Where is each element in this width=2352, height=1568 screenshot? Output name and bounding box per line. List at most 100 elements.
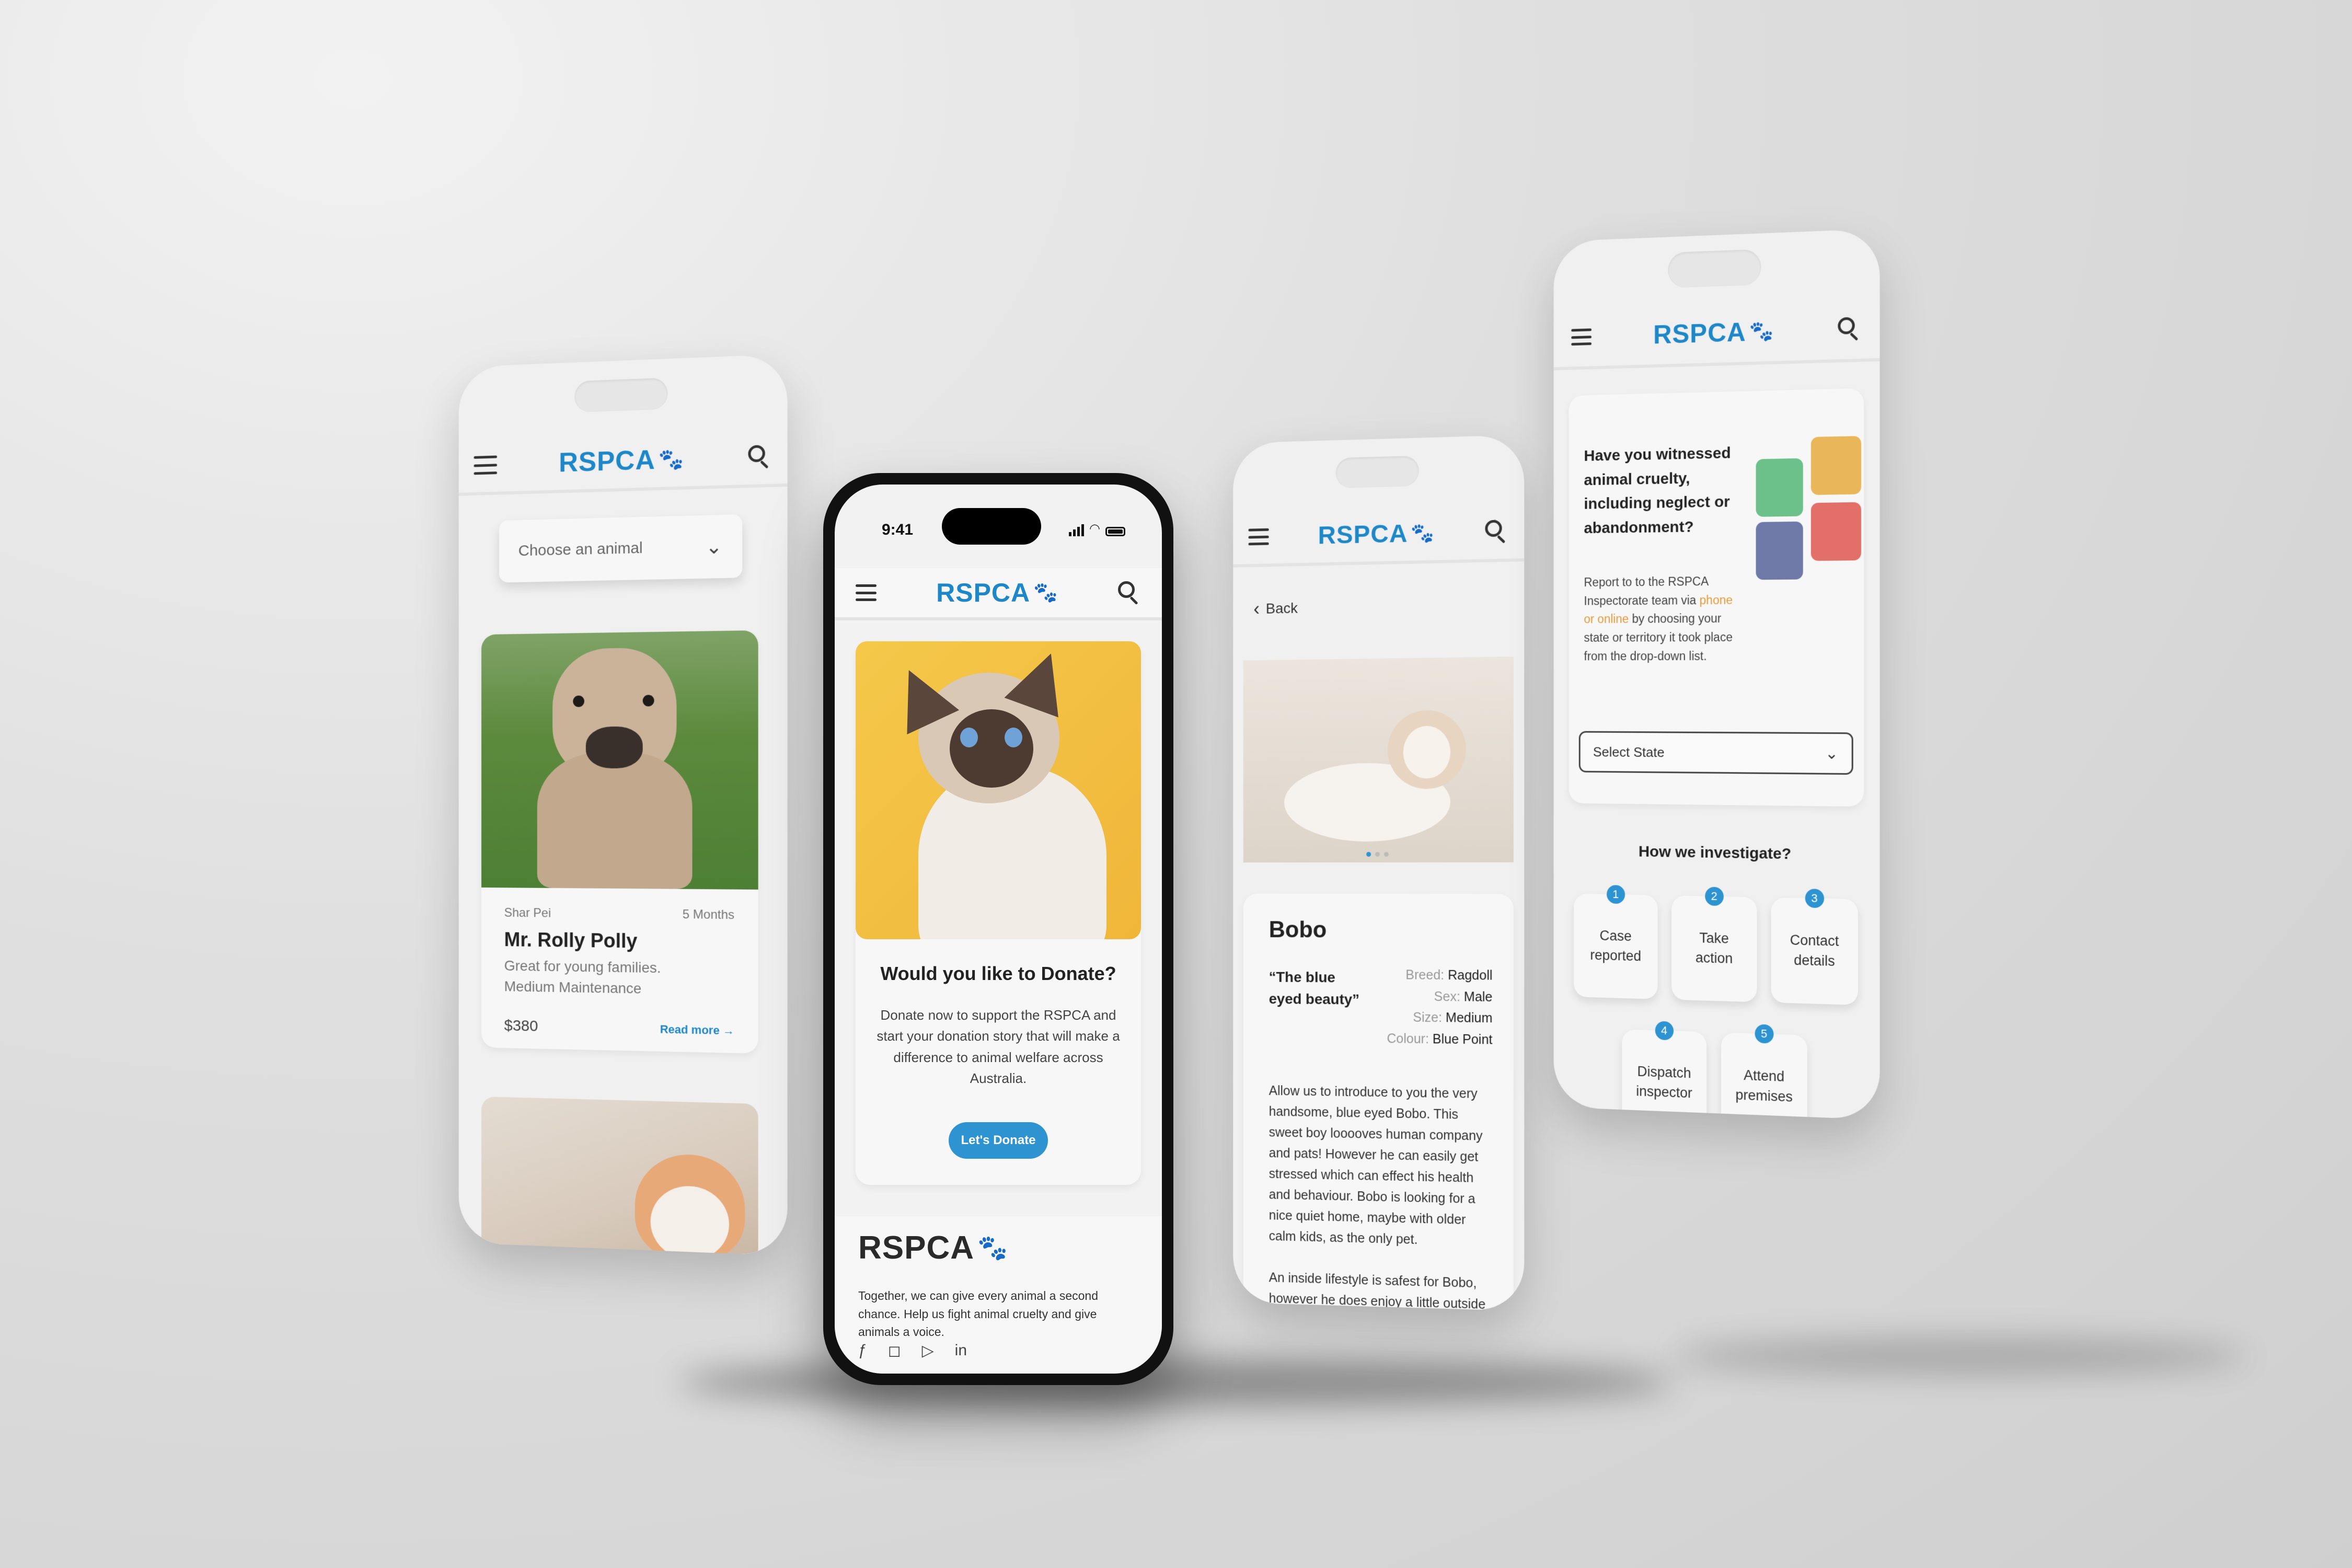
pet-name: Bobo bbox=[1269, 917, 1327, 943]
pet-photo-cat-partial bbox=[481, 1096, 758, 1256]
pet-desc-1: Great for young families. bbox=[504, 957, 661, 976]
battery-icon bbox=[1105, 527, 1125, 536]
step-label: Case reported bbox=[1590, 928, 1642, 964]
donate-card: Would you like to Donate? Donate now to … bbox=[856, 641, 1141, 1185]
pet-details: Breed: Ragdoll Sex: Male Size: Medium Co… bbox=[1387, 964, 1492, 1050]
floor-shadow bbox=[1673, 1338, 2247, 1375]
investigate-title: How we investigate? bbox=[1638, 843, 1792, 863]
report-card: Have you witnessed animal cruelty, inclu… bbox=[1569, 388, 1864, 807]
lets-donate-button[interactable]: Let's Donate bbox=[949, 1122, 1048, 1159]
search-icon[interactable] bbox=[1485, 520, 1508, 544]
social-icons: ƒ ◻ ▷ in bbox=[858, 1342, 967, 1360]
logo-text: RSPCA bbox=[1653, 317, 1746, 350]
pet-card[interactable]: Shar Pei 5 Months Mr. Rolly Polly Great … bbox=[481, 630, 758, 1054]
footer-logo-text: RSPCA bbox=[858, 1230, 975, 1266]
hamburger-menu-icon[interactable] bbox=[1248, 528, 1269, 546]
paw-icon: 🐾 bbox=[1411, 522, 1435, 544]
rspca-logo[interactable]: RSPCA 🐾 bbox=[1653, 316, 1774, 350]
hamburger-menu-icon[interactable] bbox=[856, 584, 877, 601]
pet-detail-card: Bobo “The blue eyed beauty” Breed: Ragdo… bbox=[1243, 893, 1514, 1311]
linkedin-icon[interactable]: in bbox=[955, 1342, 967, 1360]
footer-text: Together, we can give every animal a sec… bbox=[858, 1289, 1098, 1339]
report-text-pre: Report to to the RSPCA Inspectorate team… bbox=[1584, 574, 1709, 608]
chevron-down-icon: ⌄ bbox=[1825, 744, 1839, 763]
read-more-link[interactable]: Read more → bbox=[660, 1022, 734, 1037]
facebook-icon[interactable]: ƒ bbox=[858, 1342, 867, 1360]
step-case-reported[interactable]: 1 Case reported bbox=[1574, 885, 1658, 999]
pet-photo-sharpei bbox=[481, 630, 758, 890]
step-number: 3 bbox=[1805, 889, 1824, 908]
state-select[interactable]: Select State ⌄ bbox=[1578, 731, 1853, 775]
back-label: Back bbox=[1265, 599, 1298, 617]
step-number: 1 bbox=[1606, 885, 1625, 904]
donate-body: Donate now to support the RSPCA and star… bbox=[877, 1007, 1120, 1086]
phone-device: 9:41 ◠ RSPCA 🐾 Would you like to Donate?… bbox=[823, 473, 1173, 1385]
report-question: Have you witnessed animal cruelty, inclu… bbox=[1584, 444, 1731, 537]
status-time: 9:41 bbox=[882, 521, 914, 538]
step-label: Take action bbox=[1695, 930, 1733, 966]
step-number: 5 bbox=[1755, 1024, 1773, 1044]
rspca-logo[interactable]: RSPCA 🐾 bbox=[936, 578, 1058, 608]
camera-notch bbox=[1335, 455, 1419, 489]
detail-row: Size: Medium bbox=[1413, 1010, 1493, 1026]
pet-breed: Shar Pei bbox=[504, 905, 551, 920]
signal-icon bbox=[1069, 524, 1085, 536]
rspca-logo[interactable]: RSPCA 🐾 bbox=[1318, 518, 1435, 550]
back-link[interactable]: ‹ Back bbox=[1253, 597, 1298, 620]
paw-icon: 🐾 bbox=[1749, 319, 1774, 343]
search-icon[interactable] bbox=[1838, 317, 1861, 341]
step-label: Dispatch inspector bbox=[1636, 1064, 1692, 1101]
pet-desc-2: Medium Maintenance bbox=[504, 978, 642, 997]
hamburger-menu-icon[interactable] bbox=[1571, 328, 1592, 346]
animal-select-placeholder: Choose an animal bbox=[518, 539, 643, 560]
phone-screen-donate: 9:41 ◠ RSPCA 🐾 Would you like to Donate?… bbox=[835, 485, 1162, 1374]
step-label: Contact details bbox=[1790, 932, 1839, 970]
footer-logo: RSPCA 🐾 bbox=[858, 1229, 1008, 1266]
pet-quote: “The blue eyed beauty” bbox=[1269, 969, 1360, 1008]
phone-screen-pet-detail: RSPCA 🐾 ‹ Back Bobo “The blue eyed beauty… bbox=[1233, 434, 1525, 1311]
floor-shadow bbox=[679, 1359, 1673, 1406]
instagram-icon[interactable]: ◻ bbox=[888, 1342, 901, 1360]
step-dispatch-inspector[interactable]: 4 Dispatch inspector bbox=[1622, 1021, 1707, 1120]
hamburger-menu-icon[interactable] bbox=[474, 455, 497, 475]
footer: RSPCA 🐾 Together, we can give every anima… bbox=[835, 1216, 1162, 1374]
status-icons: ◠ bbox=[1069, 521, 1125, 536]
step-label: Attend premises bbox=[1735, 1067, 1793, 1105]
chevron-left-icon: ‹ bbox=[1253, 598, 1260, 620]
youtube-icon[interactable]: ▷ bbox=[922, 1342, 934, 1360]
app-header: RSPCA 🐾 bbox=[835, 568, 1162, 620]
detail-row: Colour: Blue Point bbox=[1387, 1031, 1493, 1047]
report-text: Report to to the RSPCA Inspectorate team… bbox=[1584, 572, 1743, 666]
step-contact-details[interactable]: 3 Contact details bbox=[1771, 889, 1858, 1006]
wifi-icon: ◠ bbox=[1089, 522, 1100, 536]
search-icon[interactable] bbox=[1117, 581, 1141, 605]
step-take-action[interactable]: 2 Take action bbox=[1671, 886, 1757, 1002]
cat-photo-siamese bbox=[856, 641, 1141, 939]
detail-row: Breed: Ragdoll bbox=[1405, 967, 1493, 983]
rspca-logo[interactable]: RSPCA 🐾 bbox=[559, 443, 684, 478]
pet-name: Mr. Rolly Polly bbox=[504, 929, 638, 953]
carousel-dots[interactable] bbox=[1233, 851, 1524, 857]
paw-icon: 🐾 bbox=[1033, 581, 1058, 603]
camera-notch bbox=[1668, 249, 1761, 289]
state-select-placeholder: Select State bbox=[1593, 744, 1665, 760]
phone-screen-report: RSPCA 🐾 Have you witnessed animal cruelty… bbox=[1553, 228, 1880, 1120]
search-icon[interactable] bbox=[748, 445, 771, 469]
logo-text: RSPCA bbox=[559, 444, 655, 478]
pet-photo-ragdoll bbox=[1243, 656, 1514, 863]
pet-body-1: Allow us to introduce to you the very ha… bbox=[1269, 1083, 1483, 1247]
animal-collage bbox=[1756, 436, 1861, 595]
pet-age: 5 Months bbox=[682, 907, 735, 923]
phone-screen-adopt: RSPCA 🐾 Choose an animal ⌄ Shar Pei 5 Mon… bbox=[458, 354, 788, 1256]
animal-select[interactable]: Choose an animal ⌄ bbox=[499, 514, 743, 583]
paw-icon: 🐾 bbox=[977, 1234, 1008, 1261]
app-header: RSPCA 🐾 bbox=[1553, 297, 1880, 371]
logo-text: RSPCA bbox=[1318, 520, 1408, 549]
step-attend-premises[interactable]: 5 Attend premises bbox=[1721, 1024, 1807, 1120]
paw-icon: 🐾 bbox=[658, 448, 685, 471]
dynamic-island bbox=[942, 508, 1041, 545]
donate-title: Would you like to Donate? bbox=[880, 963, 1116, 984]
logo-text: RSPCA bbox=[936, 578, 1031, 607]
detail-row: Sex: Male bbox=[1434, 989, 1493, 1005]
pet-price: $380 bbox=[504, 1017, 538, 1035]
